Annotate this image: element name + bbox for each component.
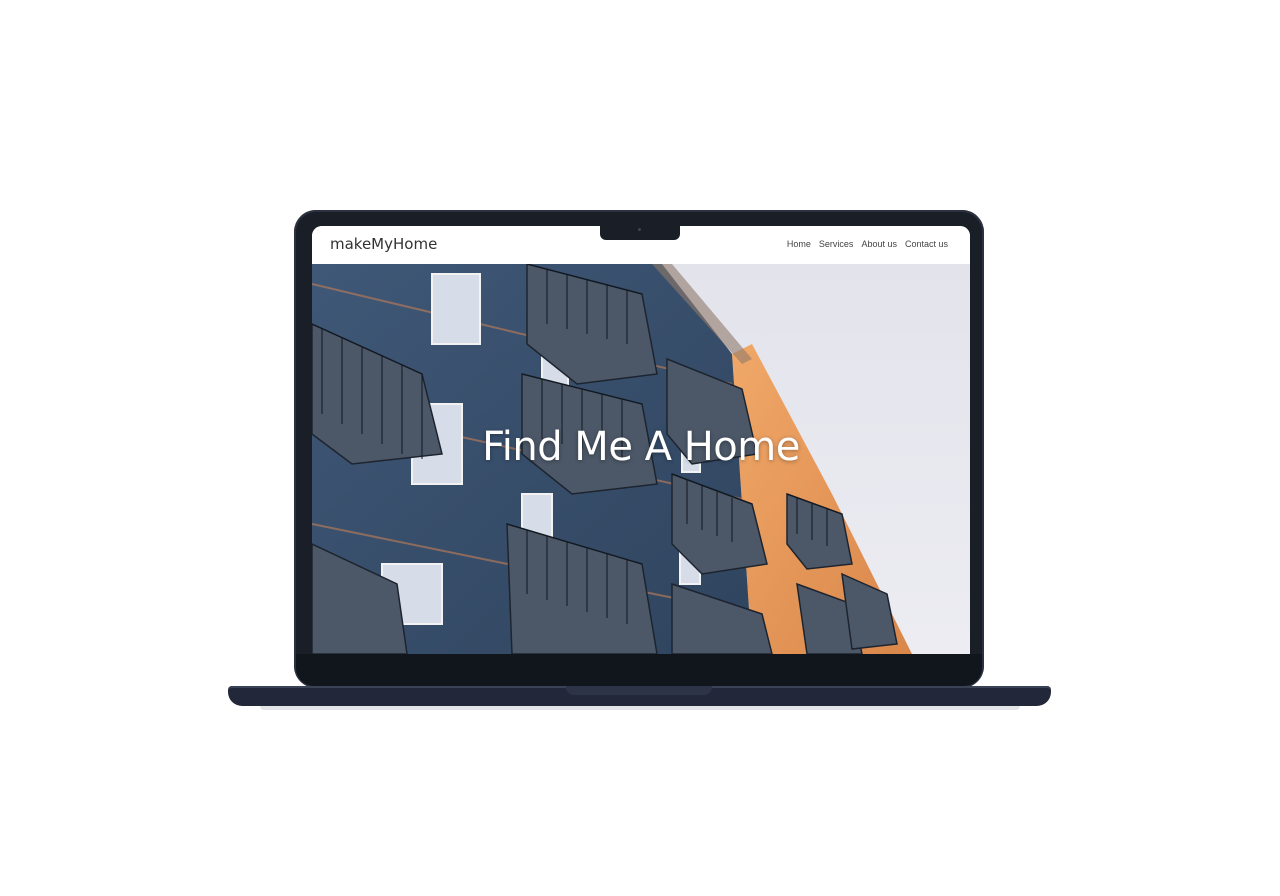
nav-link-contact[interactable]: Contact us [905, 239, 948, 249]
hero-banner: Find Me A Home [312, 264, 970, 654]
nav-link-home[interactable]: Home [787, 239, 811, 249]
laptop-shadow [260, 706, 1020, 710]
nav-links: Home Services About us Contact us [787, 239, 948, 249]
hero-title: Find Me A Home [482, 424, 800, 470]
laptop-screen: makeMyHome Home Services About us Contac… [312, 226, 970, 654]
nav-link-services[interactable]: Services [819, 239, 854, 249]
laptop-bezel-bottom [296, 654, 982, 686]
camera-icon [638, 228, 641, 231]
laptop-open-notch [566, 686, 712, 695]
screen-notch [600, 226, 680, 240]
nav-link-about[interactable]: About us [861, 239, 897, 249]
brand-logo[interactable]: makeMyHome [330, 235, 437, 253]
